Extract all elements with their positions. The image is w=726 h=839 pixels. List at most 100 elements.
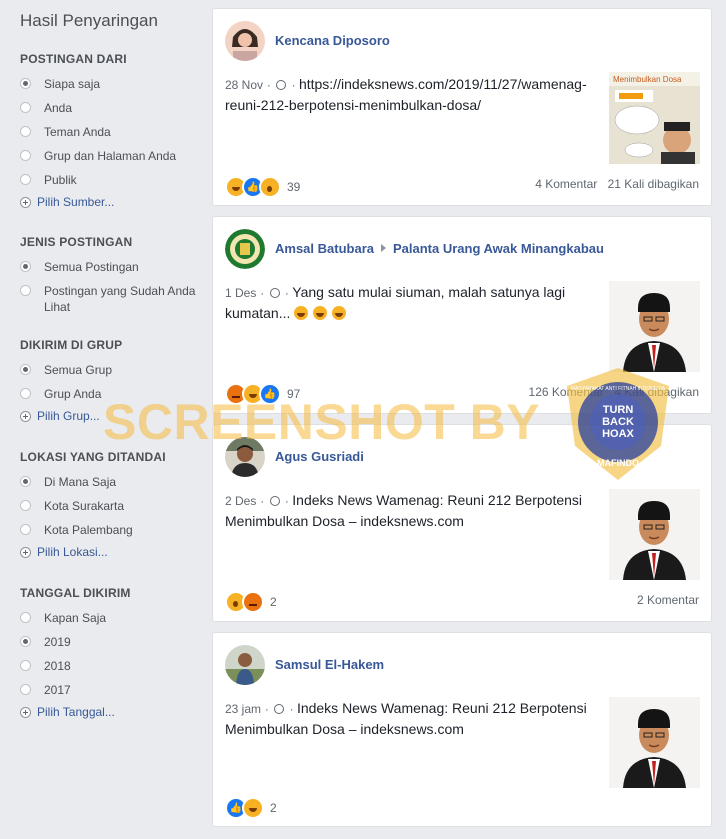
filter-option[interactable]: Di Mana Saja: [20, 474, 200, 490]
grin-emoji-icon: [294, 306, 309, 320]
filter-option[interactable]: Semua Grup: [20, 362, 200, 378]
radio[interactable]: [20, 612, 31, 623]
post-author[interactable]: Agus Gusriadi: [275, 449, 364, 464]
svg-text:HOAX: HOAX: [602, 428, 634, 440]
reaction-summary[interactable]: 👍 2: [225, 797, 277, 819]
filter-section-source: POSTINGAN DARI Siapa saja Anda Teman And…: [20, 52, 200, 209]
option-label: Postingan yang Sudah Anda Lihat: [44, 284, 196, 314]
choose-source-link[interactable]: Pilih Sumber...: [20, 195, 200, 209]
filter-option[interactable]: Anda: [20, 100, 200, 116]
post-stats: 2 Komentar: [637, 593, 699, 607]
radio[interactable]: [20, 684, 31, 695]
post-time[interactable]: 1 Des: [225, 286, 256, 300]
post-thumbnail[interactable]: [609, 281, 700, 372]
post-time[interactable]: 23 jam: [225, 702, 261, 716]
post-thumbnail[interactable]: [609, 489, 700, 580]
post-body: 1 Des · · Yang satu mulai siuman, malah …: [225, 284, 566, 321]
radio[interactable]: [20, 126, 31, 137]
post-author[interactable]: Samsul El-Hakem: [275, 657, 384, 672]
filter-section-date: TANGGAL DIKIRIM Kapan Saja 2019 2018 201…: [20, 586, 200, 719]
post-body: 23 jam · · Indeks News Wamenag: Reuni 21…: [225, 700, 587, 737]
grin-emoji-icon: [313, 306, 328, 320]
post-time[interactable]: 2 Des: [225, 494, 256, 508]
post-thumbnail[interactable]: Menimbulkan Dosa: [609, 72, 700, 164]
option-label: Grup dan Halaman Anda: [44, 149, 177, 163]
globe-icon: [274, 704, 285, 714]
radio-selected[interactable]: [20, 261, 31, 272]
watermark-text: SCREENSHOT BY: [103, 394, 541, 450]
filter-option[interactable]: Grup dan Halaman Anda: [20, 148, 200, 164]
plus-icon: [20, 196, 31, 208]
reaction-summary[interactable]: 👍 39: [225, 176, 300, 198]
filter-option[interactable]: Semua Postingan: [20, 259, 200, 275]
angry-icon: [242, 591, 264, 613]
section-heading: LOKASI YANG DITANDAI: [20, 450, 166, 464]
filter-title: Hasil Penyaringan: [20, 11, 158, 30]
comment-count[interactable]: 2 Komentar: [637, 593, 699, 607]
group-avatar[interactable]: [225, 229, 265, 269]
post-card: Samsul El-Hakem 23 jam · · Indeks News W…: [212, 632, 712, 827]
radio[interactable]: [20, 524, 31, 535]
option-label: 2019: [44, 635, 71, 649]
section-heading: TANGGAL DIKIRIM: [20, 586, 131, 600]
filter-option[interactable]: Publik: [20, 172, 200, 188]
radio[interactable]: [20, 660, 31, 671]
filter-option[interactable]: Kota Surakarta: [20, 498, 200, 514]
section-heading: DIKIRIM DI GRUP: [20, 338, 123, 352]
filter-option[interactable]: 2019: [20, 634, 200, 650]
svg-text:MAFINDO: MAFINDO: [597, 458, 639, 468]
post-time[interactable]: 28 Nov: [225, 78, 263, 92]
filter-option[interactable]: 2017: [20, 682, 200, 698]
plus-icon: [20, 706, 31, 718]
radio[interactable]: [20, 150, 31, 161]
filter-option[interactable]: Kapan Saja: [20, 610, 200, 626]
post-thumbnail[interactable]: [609, 697, 700, 788]
comment-count[interactable]: 4 Komentar: [535, 177, 597, 191]
option-label: Semua Postingan: [44, 260, 139, 274]
plus-icon: [20, 546, 31, 558]
wow-icon: [259, 176, 281, 198]
radio-selected[interactable]: [20, 364, 31, 375]
post-stats: 4 Komentar 21 Kali dibagikan: [535, 177, 699, 191]
option-label: Kapan Saja: [44, 611, 107, 625]
arrow-right-icon: [380, 244, 386, 252]
reaction-summary[interactable]: 2: [225, 591, 277, 613]
author-name[interactable]: Amsal Batubara: [275, 241, 374, 256]
globe-icon: [276, 80, 287, 90]
filter-option[interactable]: 2018: [20, 658, 200, 674]
section-heading: POSTINGAN DARI: [20, 52, 127, 66]
haha-icon: [242, 797, 264, 819]
radio[interactable]: [20, 102, 31, 113]
radio-selected[interactable]: [20, 636, 31, 647]
post-author: Amsal Batubara Palanta Urang Awak Minangk…: [275, 241, 604, 256]
option-label: Semua Grup: [44, 363, 113, 377]
choose-location-link[interactable]: Pilih Lokasi...: [20, 545, 200, 559]
option-label: Publik: [44, 173, 77, 187]
radio[interactable]: [20, 285, 31, 296]
filter-option[interactable]: Siapa saja: [20, 76, 200, 92]
radio[interactable]: [20, 500, 31, 511]
share-count[interactable]: 21 Kali dibagikan: [608, 177, 699, 191]
radio[interactable]: [20, 388, 31, 399]
reaction-count: 39: [287, 180, 301, 194]
radio-selected[interactable]: [20, 476, 31, 487]
option-label: 2017: [44, 683, 71, 697]
filter-option[interactable]: Postingan yang Sudah Anda Lihat: [20, 283, 200, 315]
globe-icon: [269, 496, 280, 506]
filter-option[interactable]: Kota Palembang: [20, 522, 200, 538]
radio[interactable]: [20, 174, 31, 185]
filter-option[interactable]: Teman Anda: [20, 124, 200, 140]
radio-selected[interactable]: [20, 78, 31, 89]
post-author[interactable]: Kencana Diposoro: [275, 33, 390, 48]
option-label: Teman Anda: [44, 125, 111, 139]
avatar[interactable]: [225, 21, 265, 61]
reaction-count: 2: [270, 595, 277, 609]
turnbackhoax-badge-icon: TURN BACK HOAX MAFINDO MASYARAKAT ANTI F…: [557, 364, 679, 484]
globe-icon: [269, 288, 280, 298]
plus-icon: [20, 410, 31, 422]
choose-date-link[interactable]: Pilih Tanggal...: [20, 705, 200, 719]
avatar[interactable]: [225, 645, 265, 685]
option-label: Kota Surakarta: [44, 499, 125, 513]
group-name[interactable]: Palanta Urang Awak Minangkabau: [393, 241, 604, 256]
post-body: 2 Des · · Indeks News Wamenag: Reuni 212…: [225, 492, 583, 529]
